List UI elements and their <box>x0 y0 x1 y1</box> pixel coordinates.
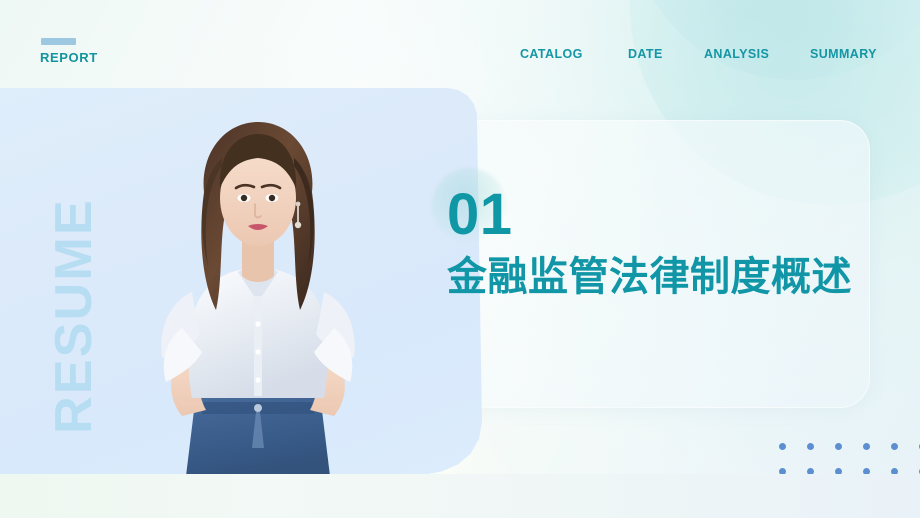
nav-item-catalog[interactable]: CATALOG <box>520 46 610 63</box>
vertical-resume-label: RESUME <box>45 198 103 434</box>
brand-accent-bar <box>41 38 76 45</box>
brand-label: REPORT <box>40 50 98 65</box>
nav-item-analysis[interactable]: ANALYSIS <box>704 46 794 63</box>
section-title: 金融监管法律制度概述 <box>447 255 852 299</box>
portrait-image <box>108 96 408 476</box>
dot-row <box>779 443 920 450</box>
nav-item-summary[interactable]: SUMMARY <box>810 46 886 63</box>
dot <box>891 443 898 450</box>
nav-item-date[interactable]: DATE <box>628 46 688 63</box>
dot <box>835 443 842 450</box>
bottom-strip <box>0 474 920 518</box>
brand-block: REPORT <box>40 38 98 65</box>
dot <box>863 443 870 450</box>
dot <box>779 443 786 450</box>
portrait-illustration <box>161 122 355 476</box>
slide-header: REPORT CATALOG DATE ANALYSIS SUMMARY <box>0 0 920 88</box>
slide-canvas: RESUME REPORT CATALOG DATE ANALYSIS SUMM… <box>0 0 920 518</box>
dot <box>807 443 814 450</box>
section-title-block: 01 金融监管法律制度概述 <box>447 182 852 299</box>
section-number: 01 <box>447 182 513 247</box>
